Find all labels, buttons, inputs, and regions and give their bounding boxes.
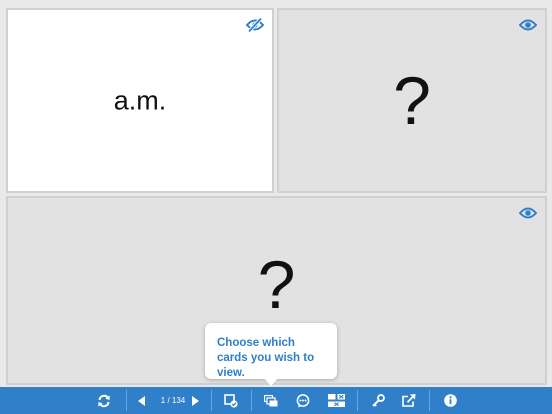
reveal-card-button[interactable] — [518, 205, 538, 221]
next-icon — [192, 395, 199, 406]
info-button[interactable] — [439, 387, 461, 414]
card-text: ? — [393, 62, 431, 139]
refresh-icon — [98, 394, 110, 407]
card-text: ? — [257, 246, 296, 323]
bottom-toolbar: 1 / 134 — [0, 387, 552, 414]
eye-slash-icon — [246, 18, 264, 32]
tooltip-arrow — [264, 378, 278, 386]
select-cards-button[interactable] — [260, 387, 282, 414]
key-icon — [371, 394, 385, 407]
share-button[interactable] — [398, 387, 420, 414]
previous-icon — [138, 395, 145, 406]
layout-button[interactable] — [325, 387, 347, 414]
info-icon — [443, 394, 457, 407]
reveal-card-button[interactable] — [518, 17, 538, 33]
answer-key-button[interactable] — [367, 387, 389, 414]
hide-card-button[interactable] — [245, 17, 265, 33]
page-indicator: 1 / 134 — [160, 396, 186, 405]
select-cards-icon — [264, 394, 278, 406]
toolbar-divider — [126, 390, 127, 411]
toolbar-divider — [211, 390, 212, 411]
eye-icon — [519, 19, 537, 31]
hint-button[interactable] — [292, 387, 314, 414]
mark-complete-button[interactable] — [221, 387, 241, 414]
tooltip: Choose which cards you wish to view. — [205, 323, 337, 379]
refresh-button[interactable] — [92, 387, 116, 414]
toolbar-divider — [251, 390, 252, 411]
card-top-right[interactable]: ? — [277, 8, 547, 193]
previous-card-button[interactable] — [134, 387, 150, 414]
toolbar-divider — [429, 390, 430, 411]
card-text: a.m. — [113, 85, 167, 115]
next-card-button[interactable] — [188, 387, 204, 414]
toolbar-divider — [357, 390, 358, 411]
hint-icon — [296, 393, 310, 407]
eye-icon — [519, 207, 537, 219]
mark-complete-icon — [224, 393, 238, 408]
share-icon — [402, 394, 416, 407]
layout-icon — [327, 394, 345, 407]
card-top-left[interactable]: a.m. — [6, 8, 274, 193]
